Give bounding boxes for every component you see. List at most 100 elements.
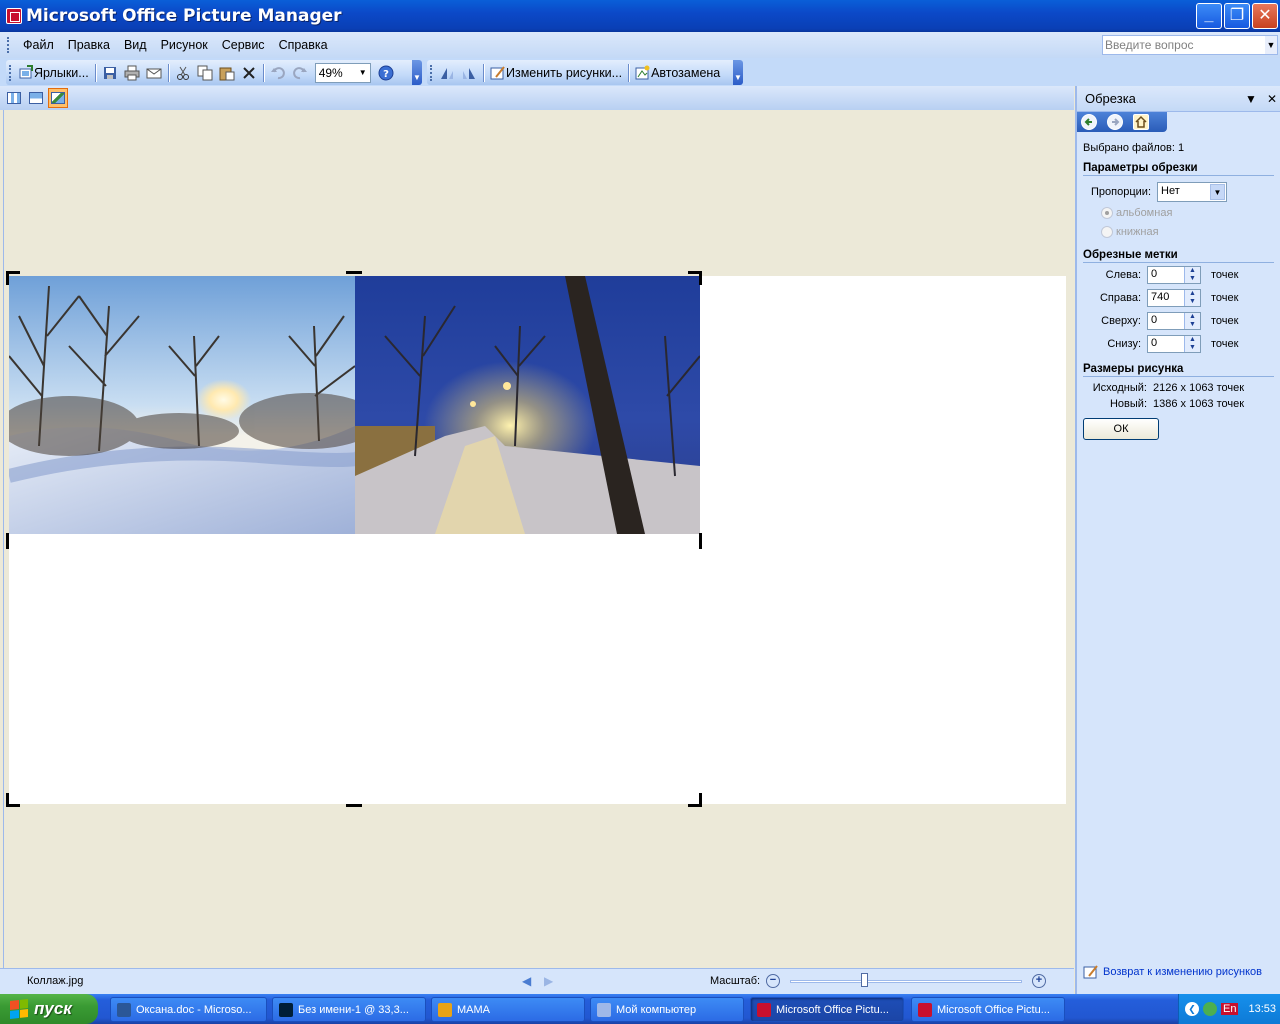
task-label: Без имени-1 @ 33,3... <box>298 1003 409 1016</box>
home-icon[interactable] <box>1133 114 1149 130</box>
task-app-icon <box>117 1002 131 1017</box>
menu-help[interactable]: Справка <box>272 38 335 52</box>
collage-photo-sunset[interactable] <box>9 276 355 534</box>
spinner-arrows-icon[interactable]: ▲ ▼ <box>1184 289 1200 306</box>
crop-bottom-input[interactable]: 0 ▲ ▼ <box>1147 334 1201 353</box>
delete-button[interactable] <box>238 62 260 84</box>
toolbar-options-chevron[interactable]: ▼ <box>412 60 422 85</box>
orientation-portrait-radio[interactable]: книжная <box>1083 222 1274 241</box>
chevron-down-icon[interactable]: ▼ <box>356 64 370 82</box>
copy-icon <box>197 65 213 80</box>
edit-picture-icon <box>1083 965 1098 979</box>
single-picture-view-button[interactable] <box>48 88 68 108</box>
next-picture-icon[interactable]: ▶ <box>544 974 553 988</box>
svg-text:?: ? <box>383 69 389 80</box>
zoom-slider[interactable] <box>790 980 1022 983</box>
copy-button[interactable] <box>194 62 216 84</box>
crop-handle-bottom-middle[interactable] <box>346 804 362 807</box>
taskbar-task-button[interactable]: Microsoft Office Pictu... <box>750 997 904 1022</box>
paste-button[interactable] <box>216 62 238 84</box>
thumbnail-view-button[interactable] <box>4 88 24 108</box>
spinner-arrows-icon[interactable]: ▲ ▼ <box>1184 266 1200 283</box>
crop-left-value: 0 <box>1151 267 1158 280</box>
task-pane-menu-chevron-icon[interactable]: ▼ <box>1245 92 1257 106</box>
crop-left-input[interactable]: 0 ▲ ▼ <box>1147 265 1201 284</box>
taskbar-task-button[interactable]: Без имени-1 @ 33,3... <box>272 997 426 1022</box>
back-to-edit-link[interactable]: Возврат к изменению рисунков <box>1083 964 1262 980</box>
minimize-button[interactable]: _ <box>1196 3 1222 29</box>
restore-icon: ❐ <box>1229 7 1245 24</box>
menu-tools[interactable]: Сервис <box>215 38 272 52</box>
shortcuts-button[interactable]: Ярлыки... <box>15 62 92 84</box>
back-arrow-icon[interactable] <box>1081 114 1097 130</box>
menu-edit[interactable]: Правка <box>61 38 117 52</box>
toolbar-separator <box>167 63 169 82</box>
toolbar-options-chevron[interactable]: ▼ <box>733 60 743 85</box>
aspect-select[interactable]: Нет ▼ <box>1157 181 1227 202</box>
toolbar-grip[interactable] <box>430 64 433 81</box>
chevron-down-icon[interactable]: ▼ <box>1210 183 1225 200</box>
aspect-value: Нет <box>1161 184 1180 197</box>
spinner-arrows-icon[interactable]: ▲ ▼ <box>1184 335 1200 352</box>
email-button[interactable] <box>143 62 165 84</box>
collage-photo-night[interactable] <box>355 276 700 534</box>
menu-grip[interactable] <box>7 37 10 53</box>
chevron-down-icon[interactable]: ▼ <box>1265 36 1277 54</box>
print-button[interactable] <box>121 62 143 84</box>
taskbar-task-button[interactable]: МАМА <box>431 997 585 1022</box>
zoom-slider-thumb[interactable] <box>861 973 869 987</box>
tray-app-icon[interactable] <box>1203 1002 1217 1016</box>
task-pane-close-icon[interactable]: ✕ <box>1267 92 1277 106</box>
menu-file[interactable]: Файл <box>16 38 61 52</box>
crop-handle-middle-left[interactable] <box>6 533 9 549</box>
undo-button[interactable] <box>267 62 289 84</box>
crop-right-input[interactable]: 740 ▲ ▼ <box>1147 288 1201 307</box>
edit-pictures-button[interactable]: Изменить рисунки... <box>487 62 625 84</box>
autocorrect-label: Автозамена <box>651 65 721 80</box>
crop-top-input[interactable]: 0 ▲ ▼ <box>1147 311 1201 330</box>
help-button[interactable]: ? <box>375 62 397 84</box>
cut-button[interactable] <box>172 62 194 84</box>
toolbar-grip[interactable] <box>9 64 12 81</box>
zoom-out-icon[interactable]: − <box>766 974 780 988</box>
ok-button[interactable]: ОК <box>1083 418 1159 440</box>
toolbar-separator <box>262 63 264 82</box>
save-button[interactable] <box>99 62 121 84</box>
crop-handle-bottom-left-vertical[interactable] <box>6 793 9 807</box>
zoom-in-icon[interactable]: + <box>1032 974 1046 988</box>
previous-picture-icon[interactable]: ◀ <box>522 974 531 988</box>
orientation-landscape-radio[interactable]: альбомная <box>1083 203 1274 222</box>
crop-handle-top-right-vertical[interactable] <box>699 271 702 285</box>
spinner-arrows-icon[interactable]: ▲ ▼ <box>1184 312 1200 329</box>
filmstrip-view-button[interactable] <box>26 88 46 108</box>
menu-picture[interactable]: Рисунок <box>154 38 215 52</box>
task-pane-title: Обрезка <box>1085 91 1136 106</box>
tray-expand-icon[interactable]: ❮ <box>1185 1002 1199 1016</box>
crop-top-row: Сверху: 0 ▲ ▼ точек <box>1083 309 1274 332</box>
crop-handle-bottom-right-vertical[interactable] <box>699 793 702 807</box>
redo-button[interactable] <box>289 62 311 84</box>
autocorrect-button[interactable]: Автозамена <box>632 62 723 84</box>
start-button[interactable]: пуск <box>0 994 98 1024</box>
radio-icon <box>1101 206 1113 219</box>
taskbar-task-button[interactable]: Оксана.doc - Microsо... <box>110 997 267 1022</box>
language-indicator[interactable]: En <box>1221 1003 1239 1015</box>
restore-button[interactable]: ❐ <box>1224 3 1250 29</box>
ask-question-input[interactable]: Введите вопрос ▼ <box>1102 35 1278 55</box>
rotate-left-button[interactable] <box>436 62 458 84</box>
crop-handle-middle-right[interactable] <box>699 533 702 549</box>
forward-arrow-icon[interactable] <box>1107 114 1123 130</box>
picture-manager-app-icon[interactable] <box>6 8 22 24</box>
menu-view[interactable]: Вид <box>117 38 154 52</box>
crop-handle-top-left-vertical[interactable] <box>6 271 9 285</box>
taskbar-task-button[interactable]: Microsoft Office Pictu... <box>911 997 1065 1022</box>
taskbar-task-button[interactable]: Мой компьютер <box>590 997 744 1022</box>
aspect-label: Пропорции: <box>1091 185 1151 198</box>
close-button[interactable]: ✕ <box>1252 3 1278 29</box>
crop-handle-top-middle[interactable] <box>346 271 362 274</box>
zoom-select[interactable]: 49% ▼ <box>314 62 371 83</box>
crop-top-label: Сверху: <box>1101 314 1141 327</box>
file-name: Коллаж.jpg <box>27 975 84 987</box>
rotate-right-button[interactable] <box>458 62 480 84</box>
undo-icon <box>270 66 285 79</box>
